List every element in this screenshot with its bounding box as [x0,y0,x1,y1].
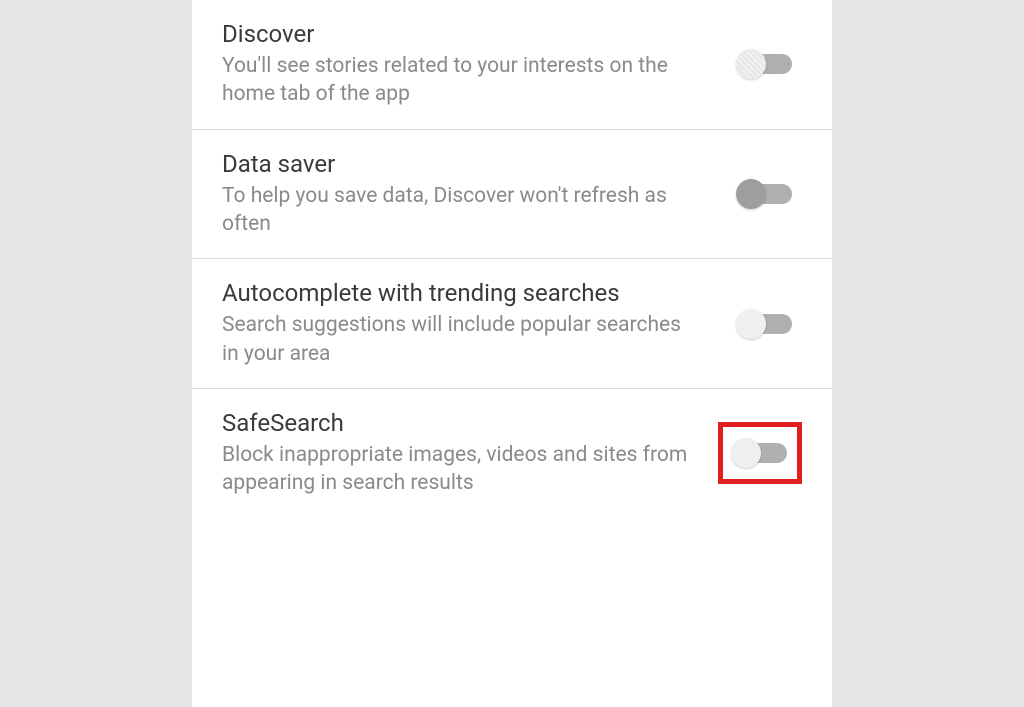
toggle-thumb [731,438,761,468]
setting-text: Autocomplete with trending searches Sear… [222,279,728,368]
setting-text: SafeSearch Block inappropriate images, v… [222,409,718,498]
toggle-thumb [736,49,766,79]
toggle-autocomplete[interactable] [736,308,794,340]
toggle-data-saver[interactable] [736,178,794,210]
toggle-wrap [728,300,802,348]
toggle-discover[interactable] [736,48,794,80]
setting-row-data-saver[interactable]: Data saver To help you save data, Discov… [192,130,832,260]
setting-title: Data saver [222,150,698,178]
setting-row-discover[interactable]: Discover You'll see stories related to y… [192,0,832,130]
setting-row-safesearch[interactable]: SafeSearch Block inappropriate images, v… [192,389,832,518]
toggle-wrap-highlighted [718,422,802,484]
setting-description: Search suggestions will include popular … [222,311,698,368]
setting-title: Autocomplete with trending searches [222,279,698,307]
setting-description: You'll see stories related to your inter… [222,52,698,109]
toggle-safesearch[interactable] [731,437,789,469]
settings-panel: Discover You'll see stories related to y… [192,0,832,707]
setting-title: SafeSearch [222,409,688,437]
toggle-thumb [736,179,766,209]
setting-description: Block inappropriate images, videos and s… [222,441,688,498]
setting-text: Data saver To help you save data, Discov… [222,150,728,239]
toggle-wrap [728,170,802,218]
setting-description: To help you save data, Discover won't re… [222,182,698,239]
setting-text: Discover You'll see stories related to y… [222,20,728,109]
toggle-wrap [728,40,802,88]
setting-row-autocomplete[interactable]: Autocomplete with trending searches Sear… [192,259,832,389]
setting-title: Discover [222,20,698,48]
toggle-thumb [736,309,766,339]
